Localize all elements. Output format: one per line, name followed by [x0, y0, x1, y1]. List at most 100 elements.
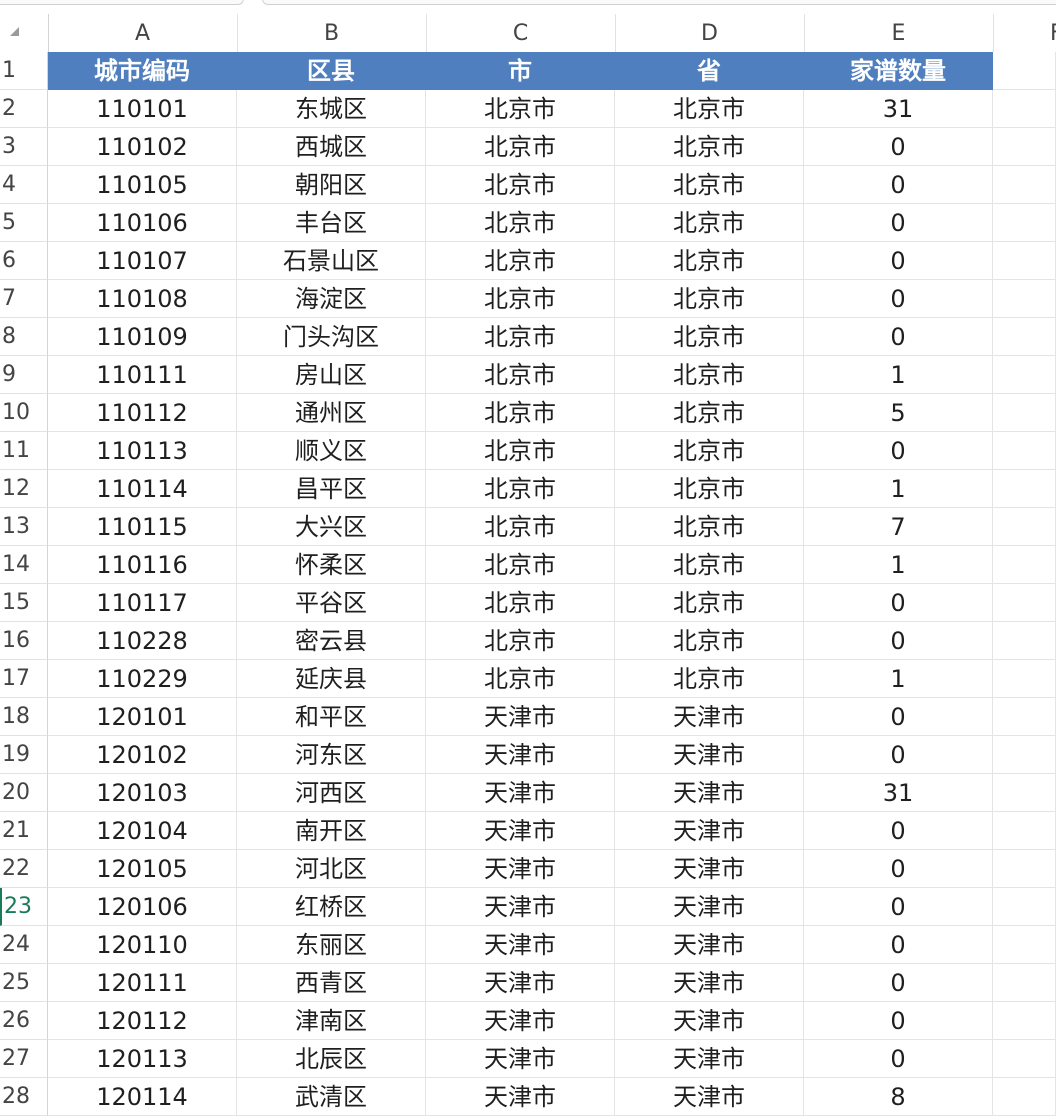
empty-cell[interactable]	[993, 470, 1056, 508]
empty-cell[interactable]	[993, 508, 1056, 546]
district-cell[interactable]: 平谷区	[237, 584, 426, 622]
genealogy-count-cell[interactable]: 0	[804, 812, 993, 850]
city-code-cell[interactable]: 110114	[48, 470, 237, 508]
empty-cell[interactable]	[993, 888, 1056, 926]
city-code-cell[interactable]: 120101	[48, 698, 237, 736]
district-cell[interactable]: 房山区	[237, 356, 426, 394]
district-cell[interactable]: 顺义区	[237, 432, 426, 470]
genealogy-count-cell[interactable]: 0	[804, 128, 993, 166]
city-code-cell[interactable]: 120110	[48, 926, 237, 964]
row-header[interactable]: 14	[0, 546, 48, 584]
city-cell[interactable]: 天津市	[426, 736, 615, 774]
column-header-a[interactable]: A	[48, 14, 238, 52]
city-code-cell[interactable]: 110109	[48, 318, 237, 356]
city-cell[interactable]: 北京市	[426, 356, 615, 394]
row-header[interactable]: 17	[0, 660, 48, 698]
city-code-cell[interactable]: 110228	[48, 622, 237, 660]
province-cell[interactable]: 北京市	[615, 394, 804, 432]
genealogy-count-cell[interactable]: 0	[804, 584, 993, 622]
province-cell[interactable]: 北京市	[615, 242, 804, 280]
province-cell[interactable]: 北京市	[615, 584, 804, 622]
district-cell[interactable]: 石景山区	[237, 242, 426, 280]
city-code-cell[interactable]: 120102	[48, 736, 237, 774]
genealogy-count-cell[interactable]: 31	[804, 90, 993, 128]
genealogy-count-cell[interactable]: 0	[804, 736, 993, 774]
province-cell[interactable]: 北京市	[615, 660, 804, 698]
city-cell[interactable]: 天津市	[426, 698, 615, 736]
city-code-cell[interactable]: 120106	[48, 888, 237, 926]
district-cell[interactable]: 东城区	[237, 90, 426, 128]
genealogy-count-cell[interactable]: 0	[804, 1040, 993, 1078]
district-cell[interactable]: 西青区	[237, 964, 426, 1002]
genealogy-count-cell[interactable]: 5	[804, 394, 993, 432]
city-cell[interactable]: 天津市	[426, 1002, 615, 1040]
genealogy-count-cell[interactable]: 0	[804, 850, 993, 888]
row-header[interactable]: 7	[0, 280, 48, 318]
genealogy-count-cell[interactable]: 31	[804, 774, 993, 812]
district-cell[interactable]: 丰台区	[237, 204, 426, 242]
district-cell[interactable]: 密云县	[237, 622, 426, 660]
district-cell[interactable]: 武清区	[237, 1078, 426, 1116]
city-code-cell[interactable]: 120103	[48, 774, 237, 812]
row-header[interactable]: 19	[0, 736, 48, 774]
genealogy-count-cell[interactable]: 0	[804, 280, 993, 318]
city-code-cell[interactable]: 110229	[48, 660, 237, 698]
city-cell[interactable]: 北京市	[426, 242, 615, 280]
city-cell[interactable]: 天津市	[426, 888, 615, 926]
province-cell[interactable]: 北京市	[615, 546, 804, 584]
row-header[interactable]: 22	[0, 850, 48, 888]
district-cell[interactable]: 南开区	[237, 812, 426, 850]
row-header[interactable]: 16	[0, 622, 48, 660]
province-cell[interactable]: 北京市	[615, 166, 804, 204]
genealogy-count-cell[interactable]: 0	[804, 964, 993, 1002]
province-cell[interactable]: 北京市	[615, 280, 804, 318]
row-header[interactable]: 4	[0, 166, 48, 204]
district-cell[interactable]: 昌平区	[237, 470, 426, 508]
province-cell[interactable]: 天津市	[615, 698, 804, 736]
province-cell[interactable]: 天津市	[615, 1078, 804, 1116]
province-cell[interactable]: 北京市	[615, 356, 804, 394]
empty-cell[interactable]	[993, 166, 1056, 204]
district-cell[interactable]: 怀柔区	[237, 546, 426, 584]
city-cell[interactable]: 北京市	[426, 622, 615, 660]
city-code-cell[interactable]: 110107	[48, 242, 237, 280]
empty-cell[interactable]	[993, 356, 1056, 394]
empty-cell[interactable]	[993, 774, 1056, 812]
row-header[interactable]: 6	[0, 242, 48, 280]
genealogy-count-cell[interactable]: 0	[804, 926, 993, 964]
empty-cell[interactable]	[993, 850, 1056, 888]
city-cell[interactable]: 北京市	[426, 584, 615, 622]
district-cell[interactable]: 河西区	[237, 774, 426, 812]
city-cell[interactable]: 北京市	[426, 204, 615, 242]
select-all-corner[interactable]	[0, 14, 49, 52]
row-header[interactable]: 1	[0, 52, 48, 90]
row-header[interactable]: 20	[0, 774, 48, 812]
row-header[interactable]: 10	[0, 394, 48, 432]
genealogy-count-cell[interactable]: 0	[804, 888, 993, 926]
district-cell[interactable]: 大兴区	[237, 508, 426, 546]
genealogy-count-cell[interactable]: 0	[804, 166, 993, 204]
city-cell[interactable]: 天津市	[426, 774, 615, 812]
row-header[interactable]: 3	[0, 128, 48, 166]
empty-cell[interactable]	[993, 394, 1056, 432]
empty-cell[interactable]	[993, 812, 1056, 850]
empty-cell[interactable]	[993, 546, 1056, 584]
city-cell[interactable]: 天津市	[426, 964, 615, 1002]
empty-cell[interactable]	[993, 1002, 1056, 1040]
empty-cell[interactable]	[993, 280, 1056, 318]
genealogy-count-cell[interactable]: 1	[804, 356, 993, 394]
city-code-cell[interactable]: 110117	[48, 584, 237, 622]
district-cell[interactable]: 海淀区	[237, 280, 426, 318]
row-header[interactable]: 28	[0, 1078, 48, 1116]
city-code-cell[interactable]: 120105	[48, 850, 237, 888]
province-cell[interactable]: 天津市	[615, 850, 804, 888]
column-header-d[interactable]: D	[615, 14, 805, 52]
city-cell[interactable]: 天津市	[426, 1078, 615, 1116]
province-cell[interactable]: 天津市	[615, 926, 804, 964]
header-genealogy-count[interactable]: 家谱数量	[804, 52, 993, 90]
row-header[interactable]: 8	[0, 318, 48, 356]
district-cell[interactable]: 河东区	[237, 736, 426, 774]
city-cell[interactable]: 北京市	[426, 660, 615, 698]
province-cell[interactable]: 天津市	[615, 888, 804, 926]
city-cell[interactable]: 北京市	[426, 90, 615, 128]
